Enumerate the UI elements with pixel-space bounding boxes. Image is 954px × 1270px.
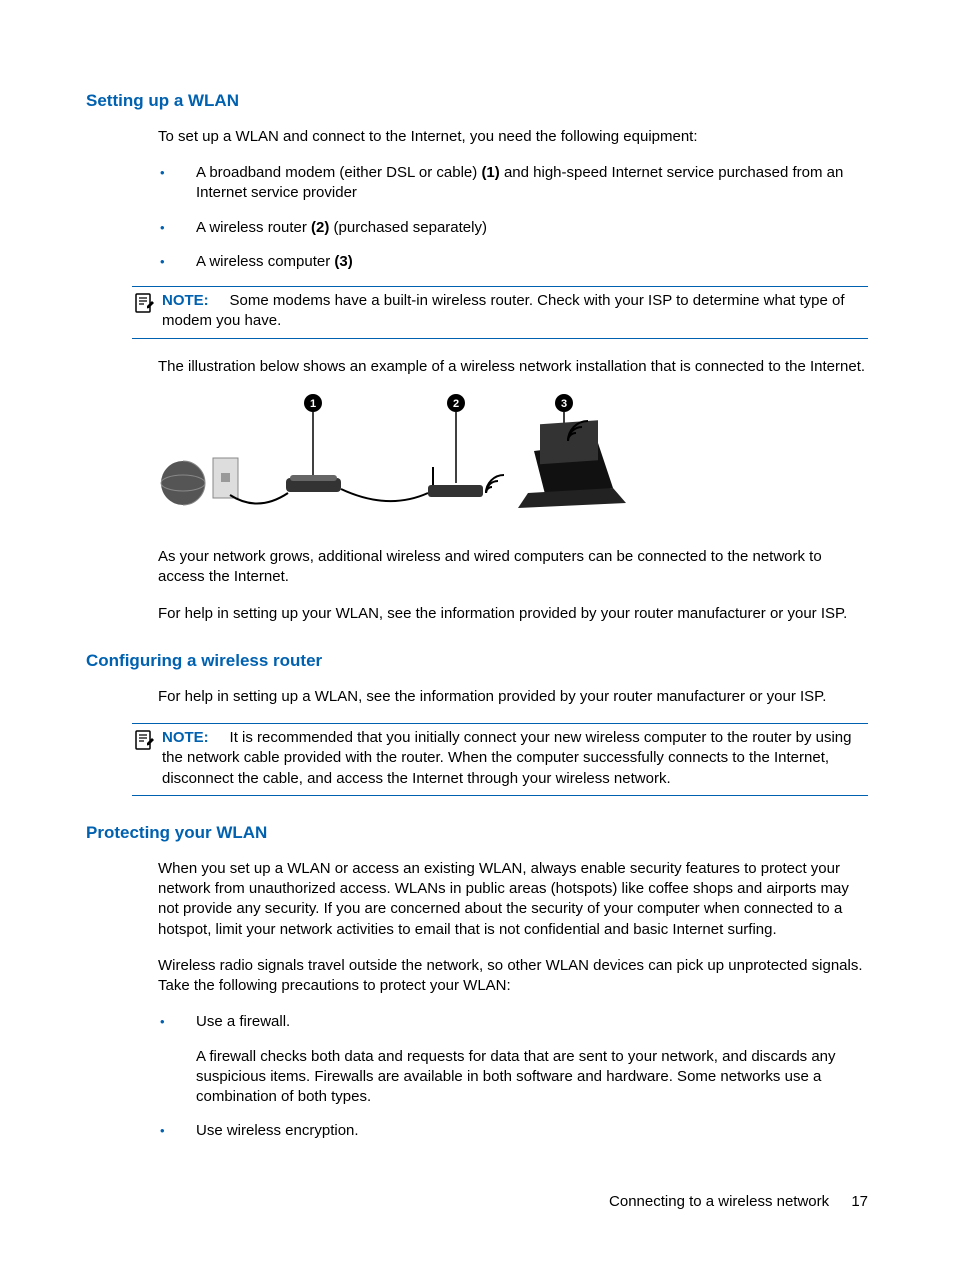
- list-item: Use wireless encryption.: [158, 1121, 868, 1141]
- li-text-bold: (3): [334, 253, 352, 270]
- router-icon: [428, 485, 483, 497]
- li-text-pre: A broadband modem (either DSL or cable): [196, 164, 481, 181]
- note-callout: NOTE: It is recommended that you initial…: [132, 723, 868, 796]
- illustration-caption: The illustration below shows an example …: [158, 357, 868, 377]
- list-item: A broadband modem (either DSL or cable) …: [158, 163, 868, 204]
- li-title: Use wireless encryption.: [196, 1122, 359, 1139]
- li-text-pre: A wireless router: [196, 219, 311, 236]
- sec3-p2: Wireless radio signals travel outside th…: [158, 956, 868, 997]
- heading-setting-up-wlan: Setting up a WLAN: [86, 90, 868, 113]
- heading-configuring-router: Configuring a wireless router: [86, 650, 868, 673]
- note-icon: [132, 291, 156, 315]
- svg-text:2: 2: [453, 398, 459, 410]
- svg-text:3: 3: [561, 398, 567, 410]
- sec1-after1: As your network grows, additional wirele…: [158, 547, 868, 588]
- li-text-bold: (1): [481, 164, 499, 181]
- note-text: It is recommended that you initially con…: [162, 729, 852, 787]
- sec2-p1: For help in setting up a WLAN, see the i…: [158, 687, 868, 707]
- note-icon: [132, 728, 156, 752]
- li-title: Use a firewall.: [196, 1013, 290, 1030]
- list-item: A wireless computer (3): [158, 252, 868, 272]
- page-number: 17: [851, 1193, 868, 1210]
- note-callout: NOTE: Some modems have a built-in wirele…: [132, 286, 868, 339]
- sec1-intro: To set up a WLAN and connect to the Inte…: [158, 127, 868, 147]
- li-text-post: (purchased separately): [329, 219, 487, 236]
- note-label: NOTE:: [162, 729, 209, 746]
- callout-2-icon: 2: [447, 394, 465, 483]
- note-text: Some modems have a built-in wireless rou…: [162, 292, 845, 329]
- callout-1-icon: 1: [304, 394, 322, 475]
- note-label: NOTE:: [162, 292, 209, 309]
- equipment-list: A broadband modem (either DSL or cable) …: [158, 163, 868, 272]
- sec3-p1: When you set up a WLAN or access an exis…: [158, 859, 868, 940]
- svg-text:1: 1: [310, 398, 316, 410]
- li-desc: A firewall checks both data and requests…: [196, 1047, 868, 1108]
- network-illustration: 1 2 3: [158, 393, 868, 529]
- heading-protecting-wlan: Protecting your WLAN: [86, 822, 868, 845]
- li-text-pre: A wireless computer: [196, 253, 334, 270]
- footer-section-title: Connecting to a wireless network: [609, 1193, 829, 1210]
- list-item: Use a firewall. A firewall checks both d…: [158, 1012, 868, 1107]
- li-text-bold: (2): [311, 219, 329, 236]
- page-footer: Connecting to a wireless network 17: [609, 1192, 868, 1212]
- sec1-after2: For help in setting up your WLAN, see th…: [158, 604, 868, 624]
- list-item: A wireless router (2) (purchased separat…: [158, 218, 868, 238]
- wifi-signal-icon: [486, 475, 504, 493]
- precautions-list: Use a firewall. A firewall checks both d…: [158, 1012, 868, 1141]
